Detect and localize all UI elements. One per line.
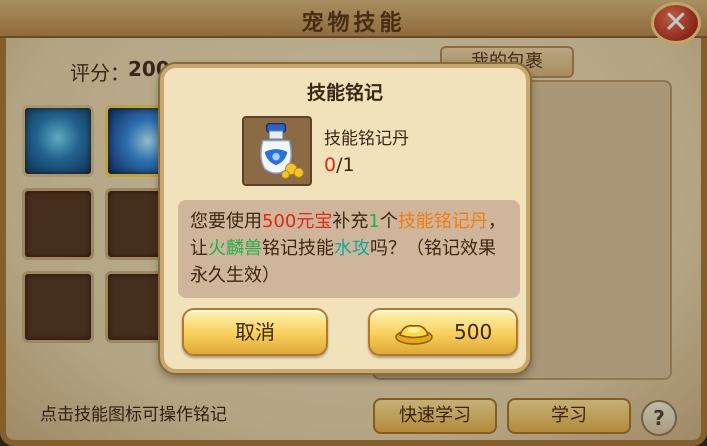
message-text: 您要使用 (190, 211, 262, 232)
message-text: 补充 (332, 211, 369, 232)
message-item: 技能铭记丹 (397, 211, 488, 232)
message-quantity: 1 (368, 211, 380, 232)
cancel-button[interactable]: 取消 (182, 308, 328, 356)
message-skill: 水攻 (334, 238, 370, 259)
item-icon-frame (242, 116, 312, 186)
confirm-message: 您要使用500元宝补充1个技能铭记丹，让火麟兽铭记技能水攻吗？（铭记效果永久生效… (178, 200, 520, 298)
item-count: 0/1 (324, 154, 355, 176)
message-cost: 500元宝 (262, 211, 333, 232)
gold-ingot-icon (395, 324, 433, 345)
dialog-title: 技能铭记 (306, 82, 383, 104)
message-text: 个 (379, 211, 398, 232)
item-count-current: 0 (324, 154, 337, 176)
skill-imprint-dialog: 技能铭记 技能铭记丹 0/1 您要使用500元宝补充1个技能铭记丹，让火麟兽铭记… (160, 64, 530, 373)
confirm-amount: 500 (454, 320, 493, 344)
message-text: 铭记技能 (262, 238, 334, 259)
potion-jar-icon (260, 122, 304, 179)
message-pet: 火麟兽 (208, 238, 262, 259)
confirm-pay-button[interactable]: 500 (368, 308, 518, 356)
item-count-total: /1 (336, 154, 355, 176)
item-name: 技能铭记丹 (324, 129, 409, 149)
